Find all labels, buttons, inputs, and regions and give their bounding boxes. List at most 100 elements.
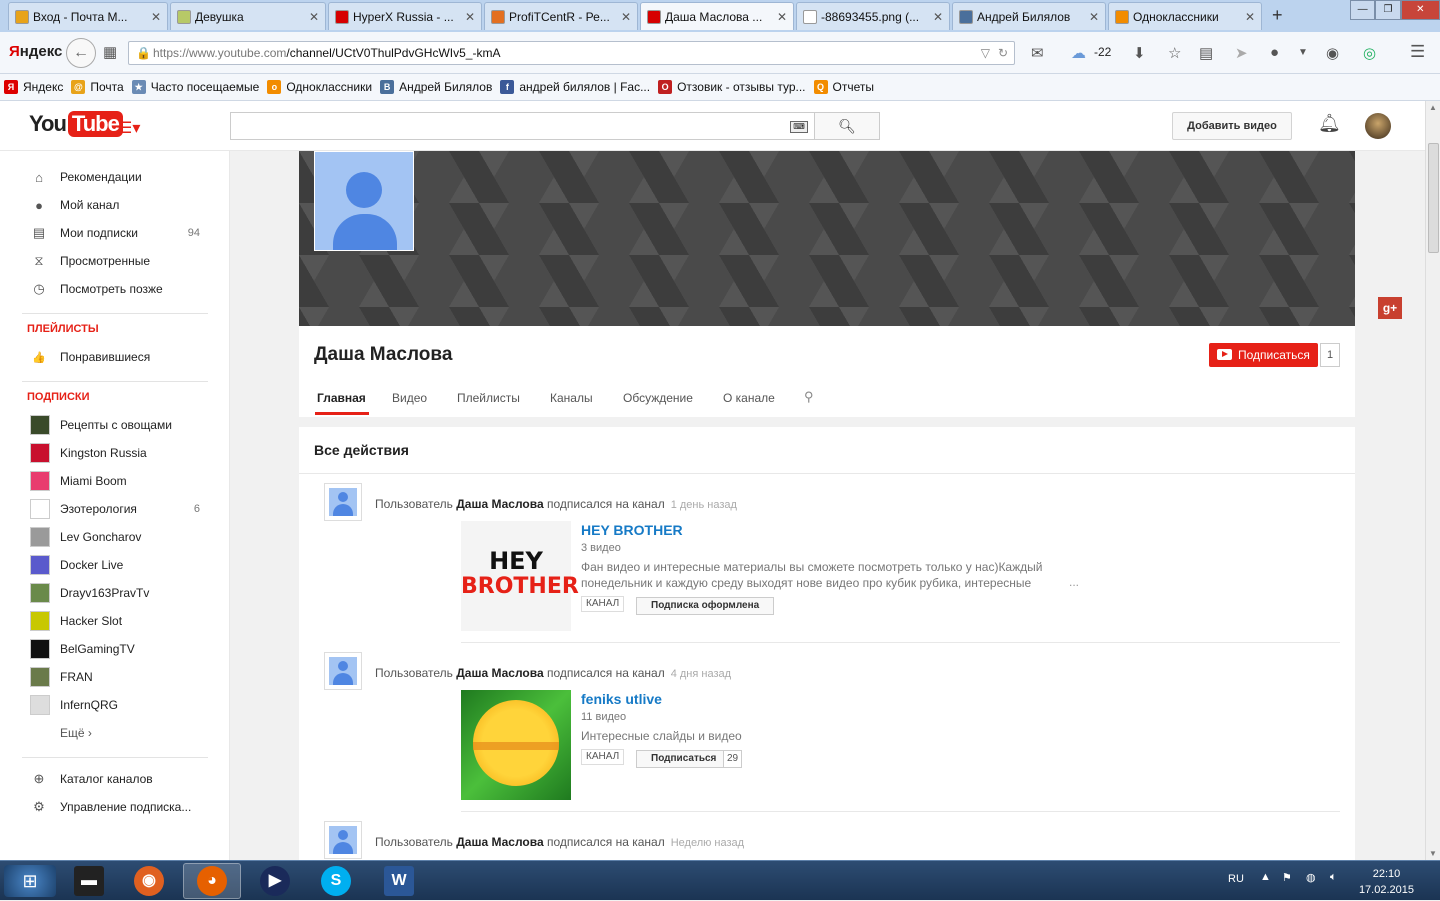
minimize-button[interactable]: —	[1350, 0, 1376, 20]
keyboard-icon[interactable]: ⌨	[790, 121, 808, 133]
sidebar-item[interactable]: ⌂ Рекомендации	[30, 163, 210, 191]
maximize-button[interactable]: ❐	[1375, 0, 1401, 20]
reading-list-icon[interactable]: ▤	[1199, 44, 1213, 62]
back-button[interactable]: ←	[66, 38, 96, 68]
channel-title-link[interactable]: feniks utlive	[581, 691, 662, 707]
upload-video-button[interactable]: Добавить видео	[1172, 112, 1292, 140]
close-tab-icon[interactable]: ✕	[933, 10, 943, 24]
channel-tab[interactable]: Плейлисты	[457, 391, 520, 405]
subscription-item[interactable]: Kingston Russia	[30, 439, 210, 467]
channel-search-icon[interactable]: ⚲	[804, 389, 814, 405]
bookmark-item[interactable]: Q Отчеты	[813, 80, 874, 94]
sidebar-item[interactable]: ◷ Посмотреть позже	[30, 275, 210, 303]
guide-menu-icon[interactable]: ☰▾	[118, 118, 140, 138]
subscription-item[interactable]: Hacker Slot	[30, 607, 210, 635]
subscription-item[interactable]: Miami Boom	[30, 467, 210, 495]
bookmark-item[interactable]: ★ Часто посещаемые	[131, 80, 259, 94]
expand-description[interactable]: ...	[1069, 575, 1079, 589]
close-tab-icon[interactable]: ✕	[777, 10, 787, 24]
search-button[interactable]: 🔍︎	[814, 112, 880, 140]
action-center-icon[interactable]: ⚑	[1282, 871, 1292, 884]
scroll-up-icon[interactable]: ▲	[1429, 103, 1437, 112]
sidebar-item[interactable]: ⚙ Управление подписка...	[30, 793, 210, 821]
browser-tab[interactable]: Девушка ✕	[170, 2, 326, 30]
taskbar-app[interactable]: ▶	[246, 863, 304, 899]
taskbar-app[interactable]: ◕	[183, 863, 241, 899]
reload-icon[interactable]: ↻	[998, 42, 1008, 64]
channel-thumbnail[interactable]	[461, 690, 571, 800]
sidebar-item-liked[interactable]: 👍 Понравившиеся	[30, 343, 210, 371]
close-window-button[interactable]: ✕	[1400, 0, 1440, 20]
clock[interactable]: 22:10 17.02.2015	[1359, 866, 1414, 898]
subscription-item[interactable]: Docker Live	[30, 551, 210, 579]
taskbar-app[interactable]: ◉	[120, 863, 178, 899]
close-tab-icon[interactable]: ✕	[309, 10, 319, 24]
search-input[interactable]	[230, 112, 815, 140]
browser-tab[interactable]: -88693455.png (... ✕	[796, 2, 950, 30]
bookmark-item[interactable]: @ Почта	[71, 80, 124, 94]
activity-user[interactable]: Даша Маслова	[456, 835, 543, 849]
sidebar-item[interactable]: ⧖ Просмотренные	[30, 247, 210, 275]
subscribe-button[interactable]: Подписаться	[1209, 343, 1318, 367]
activity-user[interactable]: Даша Маслова	[456, 666, 543, 680]
extension-menu-icon[interactable]: ▼	[1298, 47, 1308, 58]
user-avatar[interactable]	[324, 483, 362, 521]
language-indicator[interactable]: RU	[1228, 873, 1244, 885]
subscription-item[interactable]: FRAN	[30, 663, 210, 691]
network-icon[interactable]: ◍	[1306, 871, 1316, 884]
browser-tab[interactable]: Даша Маслова ... ✕	[640, 2, 794, 30]
mail-icon[interactable]: ✉	[1031, 44, 1044, 62]
user-avatar[interactable]	[324, 821, 362, 859]
subscription-item[interactable]: Рецепты с овощами	[30, 411, 210, 439]
bookmark-item[interactable]: О Отзовик - отзывы тур...	[658, 80, 806, 94]
channel-tab[interactable]: Обсуждение	[623, 391, 693, 405]
subscription-item[interactable]: Drayv163PravTv	[30, 579, 210, 607]
tabs-overview-icon[interactable]: ▦	[103, 43, 117, 61]
sidebar-item[interactable]: ▤ Мои подписки 94	[30, 219, 210, 247]
channel-title-link[interactable]: HEY BROTHER	[581, 522, 683, 538]
subscription-item[interactable]: Эзотерология 6	[30, 495, 210, 523]
notifications-bell-icon[interactable]: 🔔︎	[1318, 113, 1341, 134]
account-avatar[interactable]	[1365, 113, 1391, 139]
sync-icon[interactable]: ◉	[1326, 44, 1339, 62]
activity-user[interactable]: Даша Маслова	[456, 497, 543, 511]
taskbar-app[interactable]: ▬	[60, 863, 118, 899]
close-tab-icon[interactable]: ✕	[1245, 10, 1255, 24]
send-icon[interactable]: ➤	[1235, 44, 1248, 62]
menu-icon[interactable]: ☰	[1410, 42, 1425, 62]
google-plus-icon[interactable]: g+	[1378, 297, 1402, 319]
bookmark-item[interactable]: Я Яндекс	[4, 80, 63, 94]
close-tab-icon[interactable]: ✕	[151, 10, 161, 24]
tray-expand-icon[interactable]: ▲	[1260, 871, 1271, 883]
browser-tab[interactable]: Одноклассники ✕	[1108, 2, 1262, 30]
address-bar[interactable]: 🔒 https://www.youtube.com/channel/UCtV0T…	[128, 41, 1015, 65]
browser-tab[interactable]: HyperX Russia - ... ✕	[328, 2, 482, 30]
channel-tab[interactable]: О канале	[723, 391, 775, 405]
taskbar-app[interactable]: S	[307, 863, 365, 899]
scroll-down-icon[interactable]: ▼	[1429, 849, 1437, 858]
channel-tab[interactable]: Каналы	[550, 391, 593, 405]
channel-tab[interactable]: Видео	[392, 391, 427, 405]
start-button[interactable]: ⊞	[4, 865, 56, 897]
subscribed-button[interactable]: Подписка оформлена	[636, 597, 775, 615]
bookmark-item[interactable]: В Андрей Билялов	[380, 80, 492, 94]
browser-tab[interactable]: ProfiTCentR - Ре... ✕	[484, 2, 638, 30]
playlists-header[interactable]: ПЛЕЙЛИСТЫ	[27, 323, 99, 335]
subscription-item[interactable]: BelGamingTV	[30, 635, 210, 663]
sidebar-item[interactable]: ⊕ Каталог каналов	[30, 765, 210, 793]
close-tab-icon[interactable]: ✕	[621, 10, 631, 24]
sidebar-more-link[interactable]: Ещё ›	[60, 719, 240, 747]
addon-icon[interactable]: ◎	[1363, 44, 1376, 62]
volume-icon[interactable]: 🔈︎	[1330, 871, 1337, 884]
extension-icon[interactable]: ●	[1270, 44, 1279, 61]
channel-thumbnail[interactable]: HEY BROTHER	[461, 521, 579, 631]
browser-tab[interactable]: Андрей Билялов ✕	[952, 2, 1106, 30]
yandex-logo[interactable]: Яндекс	[9, 43, 62, 60]
youtube-logo[interactable]: You Tube	[29, 111, 123, 137]
bookmark-star-icon[interactable]: ☆	[1168, 44, 1181, 62]
dropdown-icon[interactable]: ▽	[981, 42, 990, 64]
subscribe-channel-button[interactable]: Подписаться	[636, 750, 732, 768]
channel-tab[interactable]: Главная	[317, 391, 366, 405]
taskbar-app[interactable]: W	[370, 863, 428, 899]
channel-avatar[interactable]	[314, 151, 414, 251]
